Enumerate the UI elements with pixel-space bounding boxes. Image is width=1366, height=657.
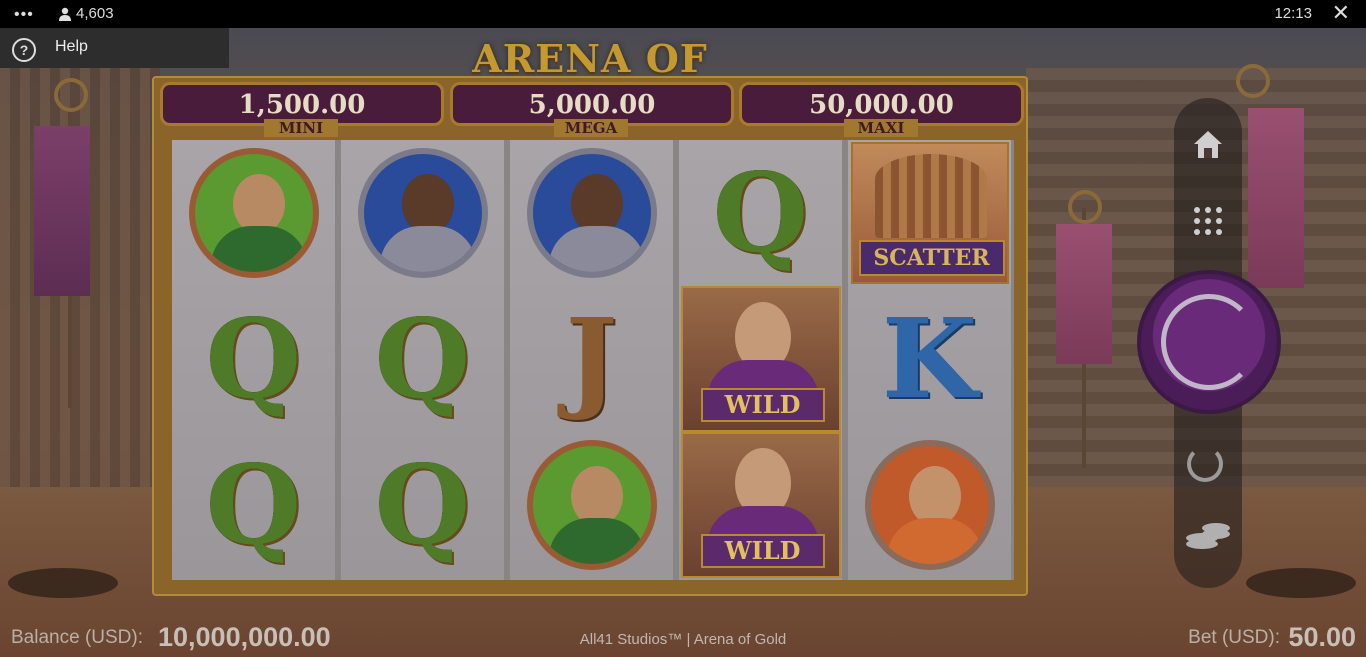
symbol-q: Q xyxy=(374,294,471,423)
symbol-j: J xyxy=(565,294,618,423)
close-icon[interactable]: ✕ xyxy=(1332,2,1350,24)
user-icon xyxy=(59,7,71,21)
stool-left xyxy=(8,568,118,598)
green-warrior-portrait xyxy=(188,148,319,278)
symbol-wild: WILD xyxy=(679,286,842,432)
symbol-q: Q xyxy=(374,440,471,569)
top-bar: ••• 4,603 12:13 ✕ xyxy=(0,0,1366,28)
banner-ring xyxy=(54,78,88,112)
banner-ring xyxy=(1068,190,1102,224)
coins-icon[interactable] xyxy=(1184,518,1234,552)
symbol-wild: WILD xyxy=(679,432,842,578)
help-icon[interactable]: ? xyxy=(12,38,36,62)
reel-1: Q Q xyxy=(172,140,335,580)
wild-label: WILD xyxy=(700,534,825,568)
stool-right xyxy=(1246,568,1356,598)
banner-right xyxy=(1056,224,1112,364)
symbol-blue-warrior xyxy=(510,140,673,286)
studio-credit: All41 Studios™ | Arena of Gold xyxy=(579,631,787,648)
wild-tile: WILD xyxy=(680,286,841,432)
blue-warrior-portrait xyxy=(357,148,488,278)
green-warrior-portrait xyxy=(526,440,657,570)
spin-icon xyxy=(1161,294,1257,390)
jackpot-mini-label: MINI xyxy=(264,119,338,137)
jackpot-mega-label: MEGA xyxy=(554,119,628,137)
reel-5: SCATTER K xyxy=(848,140,1011,580)
clock: 12:13 xyxy=(1274,5,1312,22)
symbol-k: K xyxy=(881,294,978,423)
symbol-green-warrior xyxy=(510,432,673,578)
banner-ring xyxy=(1236,64,1270,98)
grid-icon[interactable] xyxy=(1192,205,1224,237)
reel-4: Q WILD WILD xyxy=(679,140,842,580)
symbol-q: Q xyxy=(205,294,302,423)
home-icon[interactable] xyxy=(1190,126,1226,162)
wild-label: WILD xyxy=(700,388,825,422)
help-label[interactable]: Help xyxy=(55,38,88,56)
reel-2: Q Q xyxy=(341,140,504,580)
orange-warrior-portrait xyxy=(864,440,995,570)
menu-dots-icon[interactable]: ••• xyxy=(14,6,34,24)
reel-3: J xyxy=(510,140,673,580)
symbol-green-warrior xyxy=(172,140,335,286)
symbol-q: Q xyxy=(712,148,809,277)
symbol-scatter: SCATTER xyxy=(848,140,1011,286)
reels-grid: Q Q Q Q J Q WILD WILD SCATTER K xyxy=(172,140,1014,580)
wild-tile: WILD xyxy=(680,432,841,578)
banner-left xyxy=(34,126,90,296)
player-count: 4,603 xyxy=(58,5,114,22)
jackpot-maxi-label: MAXI xyxy=(844,119,918,137)
autoplay-icon[interactable] xyxy=(1187,446,1223,482)
blue-warrior-portrait xyxy=(526,148,657,278)
spin-button[interactable] xyxy=(1137,270,1281,414)
player-count-value: 4,603 xyxy=(76,5,114,22)
bet-label: Bet (USD): xyxy=(1188,627,1280,648)
scatter-tile: SCATTER xyxy=(850,142,1009,284)
symbol-q: Q xyxy=(205,440,302,569)
colosseum-icon xyxy=(874,154,987,238)
symbol-blue-warrior xyxy=(341,140,504,286)
banner-far-right xyxy=(1248,108,1304,288)
symbol-orange-warrior xyxy=(848,432,1011,578)
scatter-label: SCATTER xyxy=(858,240,1005,276)
bet-value[interactable]: 50.00 xyxy=(1288,622,1356,653)
